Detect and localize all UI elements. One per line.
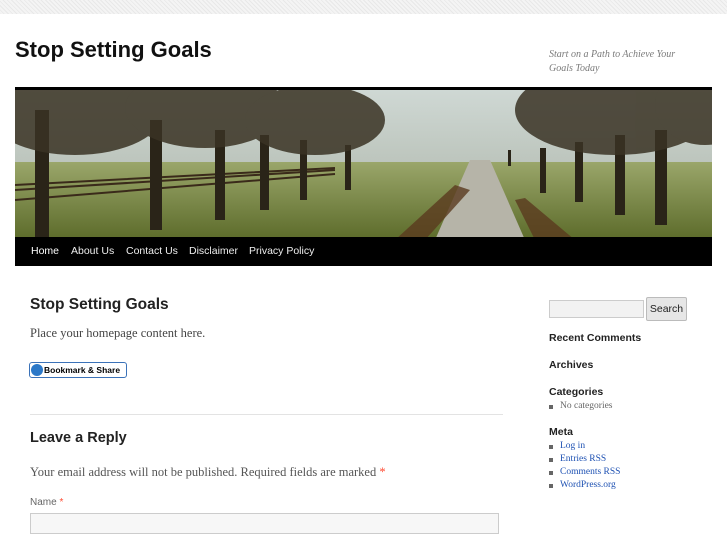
meta-link-comments-rss[interactable]: Comments RSS xyxy=(560,467,620,477)
comment-notes: Your email address will not be published… xyxy=(30,465,386,480)
meta-link-entries-rss[interactable]: Entries RSS xyxy=(560,454,606,464)
list-item: Log in xyxy=(549,440,620,453)
name-label: Name * xyxy=(30,497,63,508)
leave-reply-title: Leave a Reply xyxy=(30,430,127,446)
name-label-text: Name xyxy=(30,497,57,508)
categories-list: No categories xyxy=(549,400,613,413)
bookmark-share-label: Bookmark & Share xyxy=(44,365,121,375)
recent-comments-title: Recent Comments xyxy=(549,332,642,344)
nav-item-disclaimer[interactable]: Disclaimer xyxy=(189,237,238,266)
nav-item-privacy-policy[interactable]: Privacy Policy xyxy=(249,237,314,266)
meta-link-wordpress[interactable]: WordPress.org xyxy=(560,480,616,490)
meta-title: Meta xyxy=(549,426,573,438)
meta-list: Log in Entries RSS Comments RSS WordPres… xyxy=(549,440,620,492)
list-item: Entries RSS xyxy=(549,453,620,466)
name-field[interactable] xyxy=(30,513,499,534)
categories-title: Categories xyxy=(549,386,604,398)
main-navigation: Home About Us Contact Us Disclaimer Priv… xyxy=(15,237,712,266)
comment-notes-text: Your email address will not be published… xyxy=(30,465,377,479)
list-item: Comments RSS xyxy=(549,466,620,479)
search-button[interactable]: Search xyxy=(646,297,687,321)
required-mark: * xyxy=(379,465,386,479)
site-description: Start on a Path to Achieve Your Goals To… xyxy=(549,49,676,74)
post-title[interactable]: Stop Setting Goals xyxy=(30,296,169,314)
divider xyxy=(30,414,503,415)
list-item: WordPress.org xyxy=(549,479,620,492)
page: Stop Setting Goals Start on a Path to Ac… xyxy=(0,14,727,545)
bookmark-share-button[interactable]: Bookmark & Share xyxy=(29,362,127,378)
meta-link-login[interactable]: Log in xyxy=(560,441,585,451)
site-title[interactable]: Stop Setting Goals xyxy=(15,37,212,63)
share-icon xyxy=(31,364,43,376)
nav-item-about-us[interactable]: About Us xyxy=(71,237,114,266)
header-image xyxy=(15,87,712,240)
archives-title: Archives xyxy=(549,359,594,371)
nav-item-contact-us[interactable]: Contact Us xyxy=(126,237,178,266)
name-required-mark: * xyxy=(59,497,64,508)
list-item: No categories xyxy=(549,400,613,413)
search-input[interactable] xyxy=(549,300,644,318)
nav-item-home[interactable]: Home xyxy=(31,237,59,266)
post-content: Place your homepage content here. xyxy=(30,326,206,340)
